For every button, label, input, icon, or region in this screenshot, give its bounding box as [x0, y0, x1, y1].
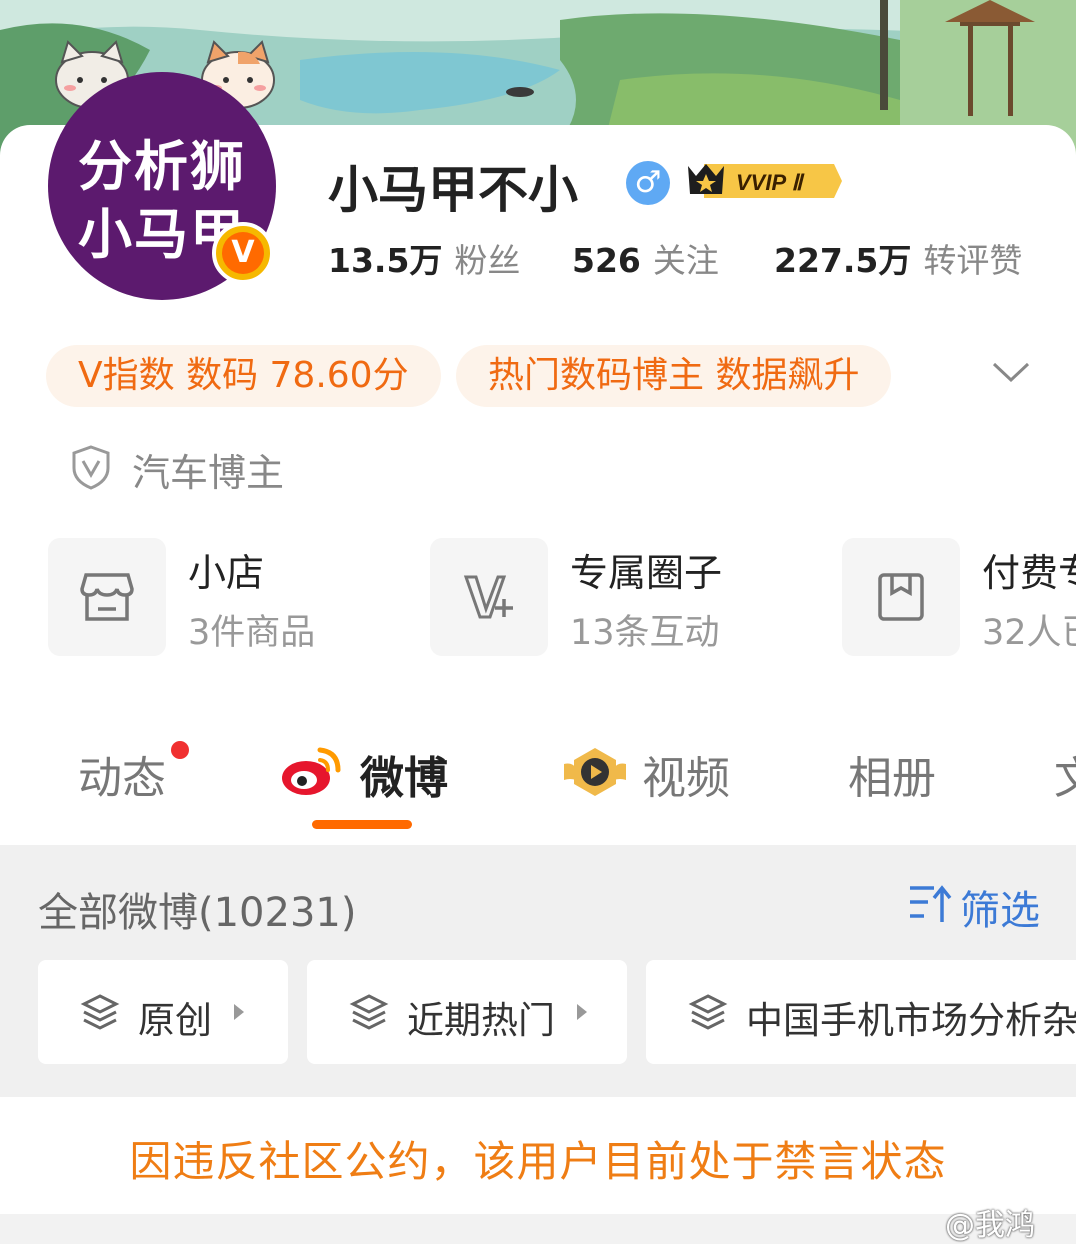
layers-icon — [349, 994, 389, 1030]
v-plus-icon-box — [430, 538, 548, 656]
layers-icon — [688, 994, 728, 1030]
hot-blogger-pill[interactable]: 热门数码博主 数据飙升 — [456, 345, 892, 407]
video-play-badge-icon — [564, 748, 626, 796]
service-subtitle: 3件商品 — [188, 613, 316, 653]
stat-following[interactable]: 526 关注 — [572, 234, 719, 282]
bookmark-box-icon-box — [842, 538, 960, 656]
store-icon — [80, 573, 134, 621]
chip-label: 中国手机市场分析杂 — [746, 999, 1076, 1042]
v-plus-icon — [463, 575, 513, 619]
stat-value: 526 — [572, 241, 641, 280]
service-title: 小店 — [188, 551, 265, 595]
ban-notice-text: 因违反社区公约，该用户目前处于禁言状态 — [129, 1137, 947, 1186]
layers-icon — [80, 994, 120, 1030]
stat-value: 13.5万 — [328, 241, 443, 280]
stat-label: 粉丝 — [454, 241, 521, 280]
chip-original[interactable]: 原创 — [38, 960, 288, 1064]
chip-recent-hot[interactable]: 近期热门 — [307, 960, 627, 1064]
store-icon-box — [48, 538, 166, 656]
watermark: @我鸿 — [945, 1208, 1035, 1243]
chip-label: 近期热门 — [407, 999, 555, 1042]
vvip-badge[interactable]: VVIP Ⅱ — [684, 158, 844, 208]
verified-badge-label: V — [222, 232, 264, 274]
verified-badge-icon: V — [212, 222, 274, 284]
all-weibo-count: 全部微博(10231) — [38, 890, 357, 936]
chip-label: 原创 — [138, 999, 212, 1042]
filter-sort-icon — [910, 885, 952, 922]
tag-label: 汽车博主 — [132, 451, 285, 495]
stat-interactions[interactable]: 227.5万 转评赞 — [774, 234, 1022, 282]
tab-dynamic[interactable]: 动态 — [78, 742, 166, 806]
stat-fans[interactable]: 13.5万 粉丝 — [328, 234, 520, 282]
service-subtitle: 13条互动 — [570, 613, 720, 653]
service-title: 专属圈子 — [570, 551, 723, 595]
filter-label: 筛选 — [960, 888, 1040, 934]
notification-dot — [171, 741, 189, 759]
stat-label: 转评赞 — [923, 241, 1023, 280]
vvip-crown-icon: VVIP Ⅱ — [688, 164, 842, 198]
stat-value: 227.5万 — [774, 241, 912, 280]
tab-weibo[interactable]: 微博 — [360, 742, 448, 806]
weibo-logo-icon — [282, 747, 341, 795]
stat-label: 关注 — [652, 241, 719, 280]
vvip-label: VVIP Ⅱ — [736, 170, 805, 195]
active-tab-indicator — [312, 820, 412, 829]
chevron-down-icon[interactable] — [990, 358, 1032, 388]
service-subtitle: 32人已 — [982, 613, 1076, 653]
triangle-right-icon — [577, 1004, 587, 1020]
profile-name: 小马甲不小 — [328, 161, 578, 219]
tab-video[interactable]: 视频 — [642, 742, 730, 806]
filter-button[interactable]: 筛选 — [908, 878, 1040, 936]
service-title: 付费专 — [982, 551, 1076, 595]
tab-album[interactable]: 相册 — [848, 742, 936, 806]
triangle-right-icon — [234, 1004, 244, 1020]
male-gender-icon: ♂ — [626, 161, 670, 205]
chip-market-analysis[interactable]: 中国手机市场分析杂 — [646, 960, 1076, 1064]
v-index-pill[interactable]: V指数 数码 78.60分 — [46, 345, 441, 407]
shield-v-icon — [72, 445, 110, 490]
bookmark-box-icon — [878, 573, 924, 621]
tab-article[interactable]: 文 — [1054, 742, 1076, 806]
